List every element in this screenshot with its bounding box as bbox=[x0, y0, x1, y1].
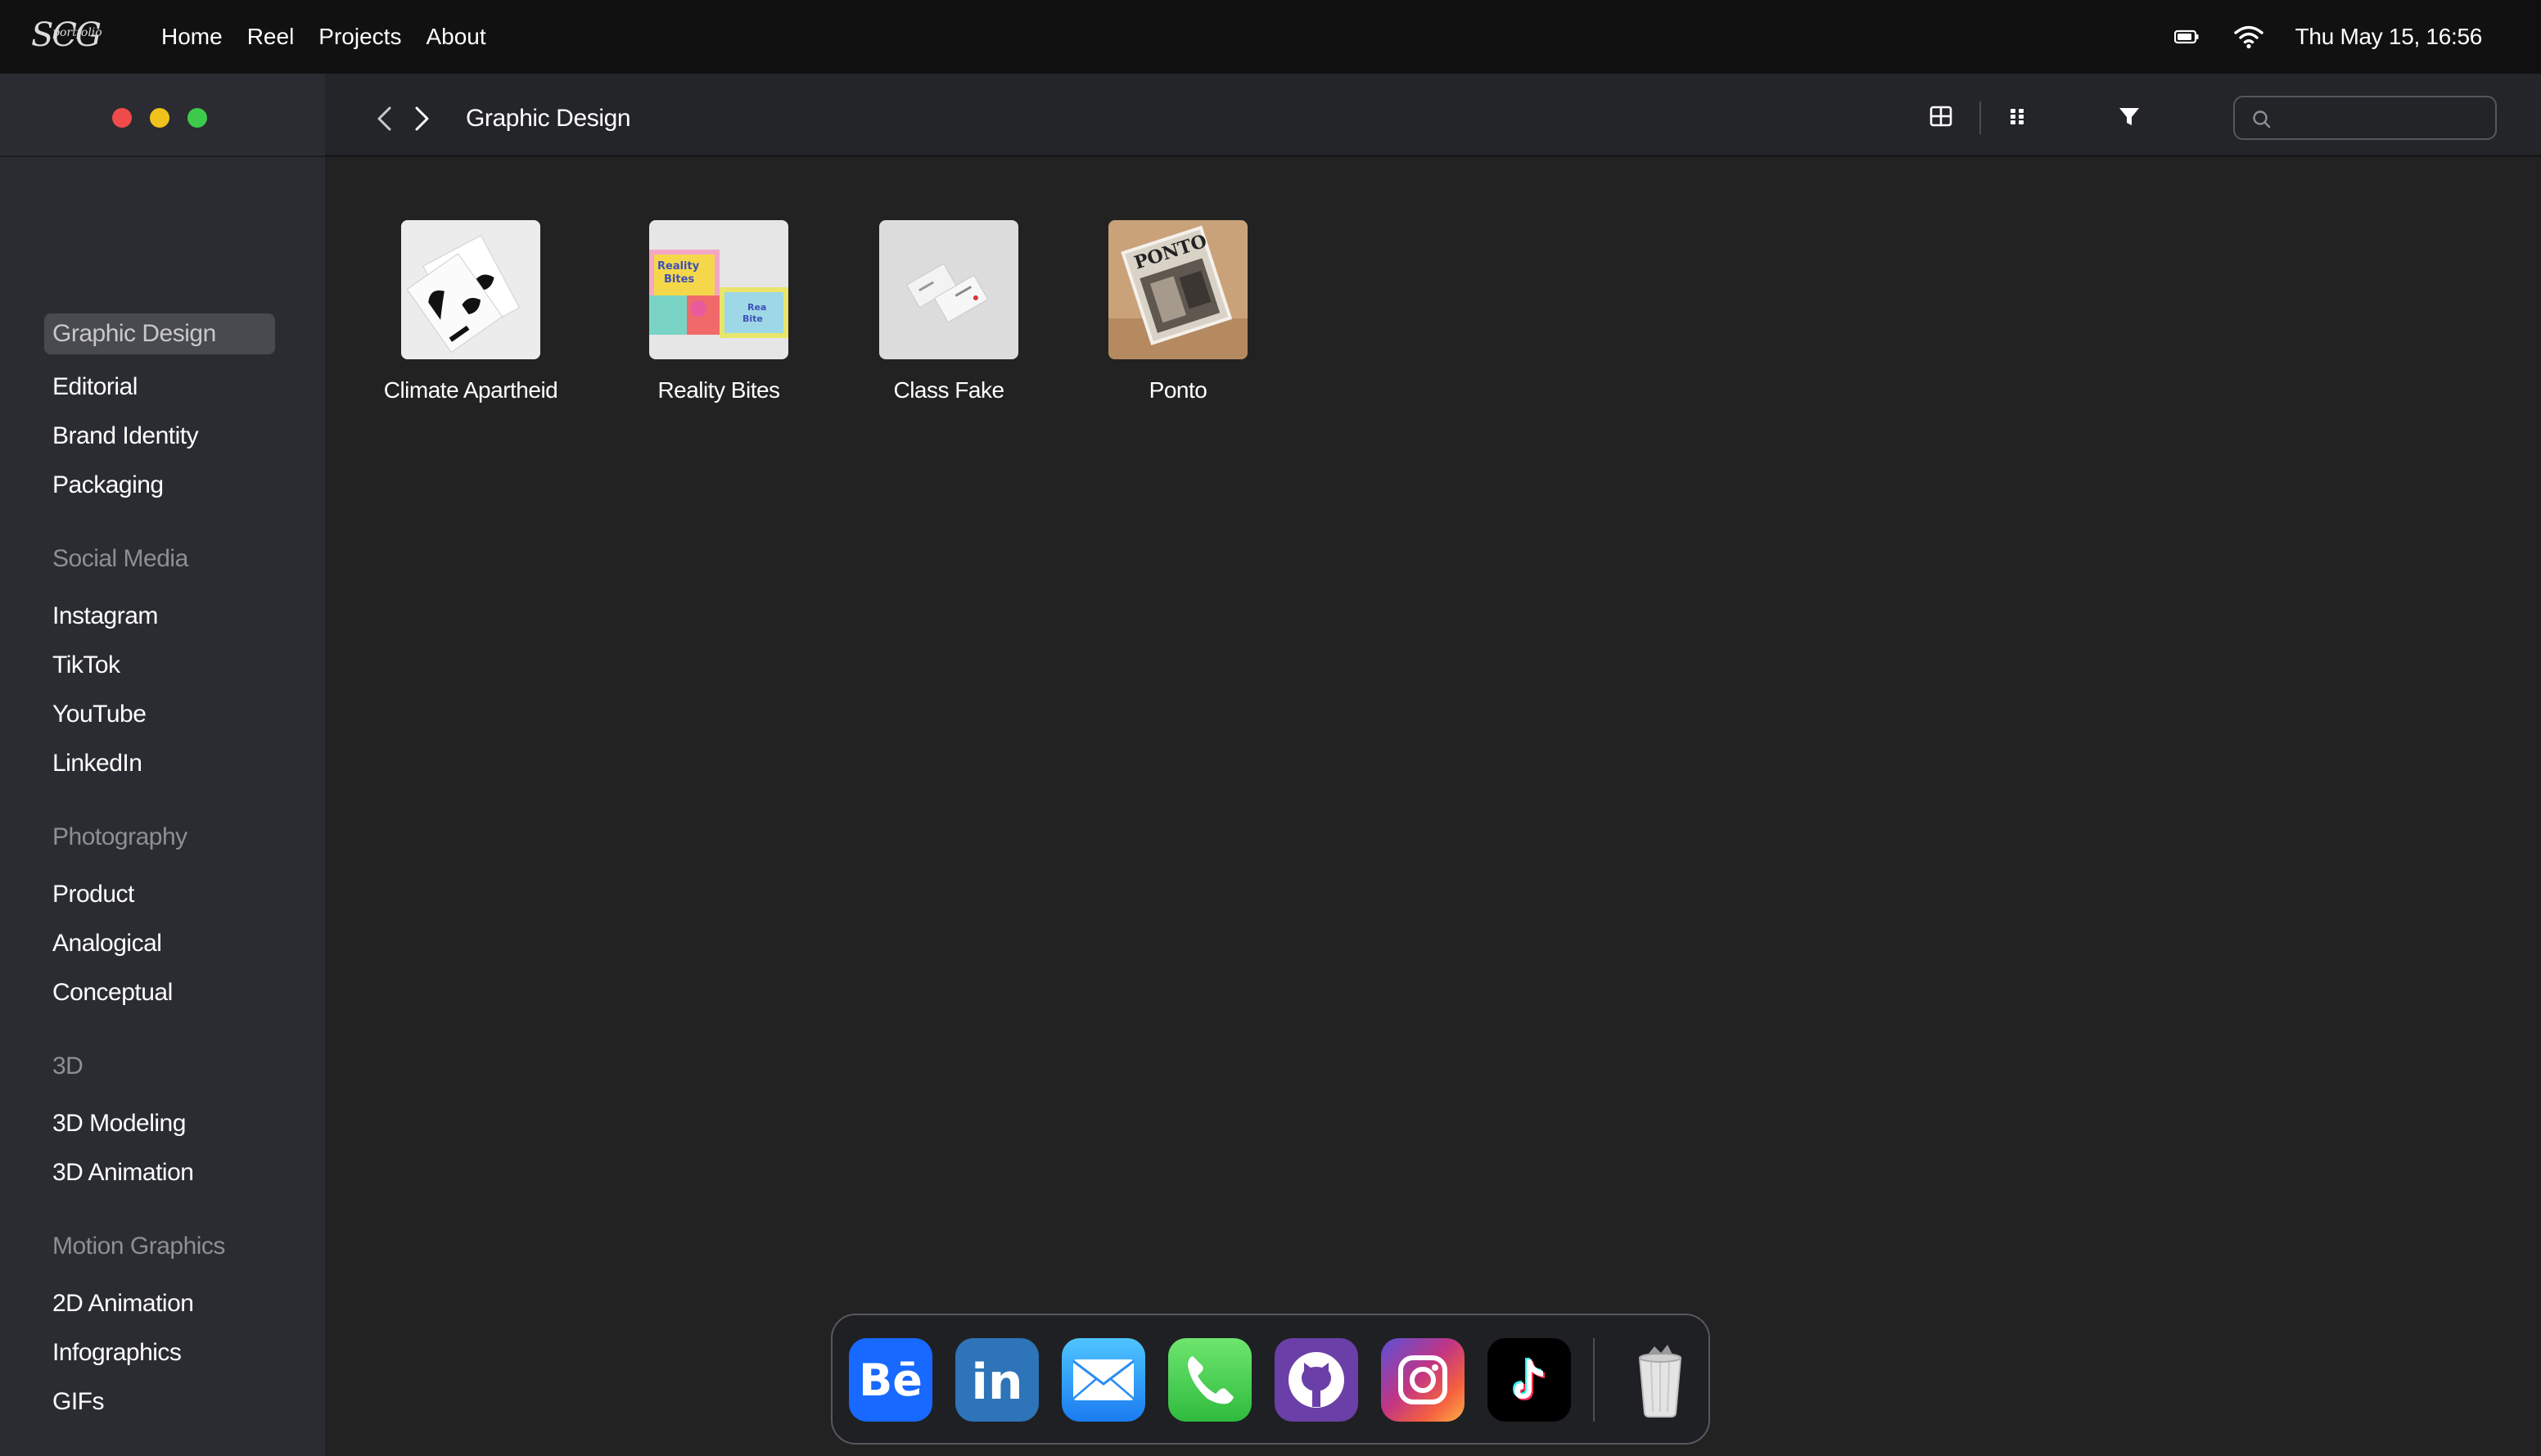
file-grid: Climate Apartheid Reality Bites Rea Bite… bbox=[325, 160, 2541, 1456]
sidebar-item-2d-animation[interactable]: 2D Animation bbox=[44, 1279, 275, 1328]
file-climate-apartheid[interactable]: Climate Apartheid bbox=[372, 220, 569, 403]
github-icon[interactable] bbox=[1275, 1338, 1358, 1422]
sidebar-item-packaging[interactable]: Packaging bbox=[44, 461, 275, 510]
logo-subtext: portfolio bbox=[52, 26, 102, 39]
linkedin-icon[interactable]: in bbox=[955, 1338, 1039, 1422]
search-box[interactable] bbox=[2233, 96, 2497, 140]
sidebar-heading-motion-graphics[interactable]: Motion Graphics bbox=[44, 1222, 275, 1271]
path-title: Graphic Design bbox=[466, 105, 631, 132]
file-reality-bites[interactable]: Reality Bites Rea Bite Reality Bites bbox=[621, 220, 817, 403]
dock-separator bbox=[1593, 1338, 1595, 1422]
svg-text:Bite: Bite bbox=[742, 313, 763, 324]
thumbnail-reality-bites: Reality Bites Rea Bite bbox=[649, 220, 788, 359]
sidebar-item-product[interactable]: Product bbox=[44, 870, 275, 919]
sidebar-divider bbox=[0, 156, 325, 157]
thumbnail-ponto: PONTO bbox=[1108, 220, 1248, 359]
window-controls bbox=[112, 108, 207, 128]
toolbar-separator bbox=[1979, 101, 1981, 134]
dock: Bē in bbox=[831, 1314, 1710, 1445]
svg-text:Bē: Bē bbox=[859, 1355, 923, 1406]
sidebar: Graphic Design Editorial Brand Identity … bbox=[0, 74, 325, 1456]
sidebar-heading-photography[interactable]: Photography bbox=[44, 813, 275, 862]
minimize-button[interactable] bbox=[150, 108, 169, 128]
phone-icon[interactable] bbox=[1168, 1338, 1252, 1422]
mail-icon[interactable] bbox=[1062, 1338, 1145, 1422]
file-label: Climate Apartheid bbox=[383, 377, 558, 403]
wifi-icon[interactable] bbox=[2233, 25, 2264, 49]
finder-toolbar: Graphic Design bbox=[325, 74, 2541, 157]
chevron-left-icon[interactable] bbox=[373, 105, 396, 133]
chevron-right-icon[interactable] bbox=[410, 105, 433, 133]
main-nav: Home Reel Projects About bbox=[161, 0, 486, 74]
behance-icon[interactable]: Bē bbox=[849, 1338, 932, 1422]
sidebar-item-3d-animation[interactable]: 3D Animation bbox=[44, 1148, 275, 1197]
nav-reel[interactable]: Reel bbox=[247, 24, 295, 50]
svg-text:Rea: Rea bbox=[747, 302, 766, 313]
sidebar-item-tiktok[interactable]: TikTok bbox=[44, 641, 275, 690]
sidebar-item-linkedin[interactable]: LinkedIn bbox=[44, 739, 275, 788]
sidebar-list: Graphic Design Editorial Brand Identity … bbox=[44, 240, 275, 1427]
status-area: Thu May 15, 16:56 bbox=[2173, 0, 2483, 74]
nav-home[interactable]: Home bbox=[161, 24, 223, 50]
file-label: Class Fake bbox=[893, 377, 1004, 403]
apps-view-icon[interactable] bbox=[2003, 101, 2033, 131]
menu-bar: SCG portfolio Home Reel Projects About T… bbox=[0, 0, 2541, 74]
sidebar-heading-social-media[interactable]: Social Media bbox=[44, 534, 275, 584]
nav-about[interactable]: About bbox=[426, 24, 485, 50]
search-icon bbox=[2253, 110, 2271, 128]
grid-view-icon[interactable] bbox=[1926, 101, 1956, 131]
zoom-button[interactable] bbox=[187, 108, 207, 128]
sidebar-item-conceptual[interactable]: Conceptual bbox=[44, 968, 275, 1017]
logo[interactable]: SCG portfolio bbox=[31, 15, 113, 56]
sidebar-heading-graphic-design[interactable]: Graphic Design bbox=[44, 313, 275, 354]
sidebar-item-3d-modeling[interactable]: 3D Modeling bbox=[44, 1099, 275, 1148]
sidebar-item-youtube[interactable]: YouTube bbox=[44, 690, 275, 739]
search-input[interactable] bbox=[2281, 102, 2485, 133]
sidebar-item-infographics[interactable]: Infographics bbox=[44, 1328, 275, 1377]
tiktok-icon[interactable] bbox=[1487, 1338, 1571, 1422]
file-ponto[interactable]: PONTO Ponto bbox=[1080, 220, 1276, 403]
nav-projects[interactable]: Projects bbox=[318, 24, 401, 50]
sidebar-item-gifs[interactable]: GIFs bbox=[44, 1377, 275, 1427]
clock: Thu May 15, 16:56 bbox=[2295, 24, 2483, 49]
filter-icon[interactable] bbox=[2114, 101, 2144, 131]
file-label: Ponto bbox=[1149, 377, 1207, 403]
thumbnail-climate-apartheid bbox=[401, 220, 540, 359]
sidebar-item-instagram[interactable]: Instagram bbox=[44, 592, 275, 641]
close-button[interactable] bbox=[112, 108, 132, 128]
sidebar-heading-3d[interactable]: 3D bbox=[44, 1042, 275, 1091]
battery-icon[interactable] bbox=[2173, 29, 2199, 44]
thumbnail-class-fake bbox=[879, 220, 1018, 359]
file-label: Reality Bites bbox=[657, 377, 780, 403]
sidebar-item-editorial[interactable]: Editorial bbox=[44, 363, 275, 412]
trash-icon[interactable] bbox=[1618, 1338, 1702, 1422]
svg-text:Bites: Bites bbox=[664, 273, 694, 286]
svg-text:Reality: Reality bbox=[657, 260, 700, 273]
svg-text:in: in bbox=[971, 1354, 1022, 1411]
sidebar-item-brand-identity[interactable]: Brand Identity bbox=[44, 412, 275, 461]
instagram-icon[interactable] bbox=[1381, 1338, 1465, 1422]
file-class-fake[interactable]: Class Fake bbox=[851, 220, 1047, 403]
sidebar-item-analogical[interactable]: Analogical bbox=[44, 919, 275, 968]
